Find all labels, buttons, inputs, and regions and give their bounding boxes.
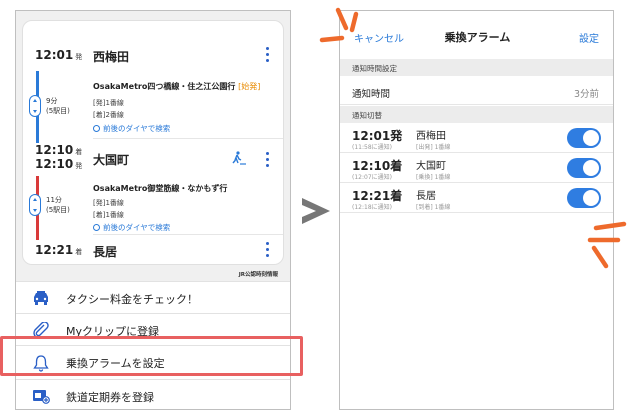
platform-info: [発]1番線 [着]1番線: [93, 199, 124, 219]
notify-time-row[interactable]: 通知時間 3分前: [340, 76, 613, 105]
notify-time-label: 通知時間: [352, 89, 391, 100]
alarm-platform: [出発] 1番線: [416, 144, 451, 151]
stop-station: 西梅田: [93, 50, 130, 64]
taxi-fare-button[interactable]: タクシー料金をチェック！: [16, 281, 290, 313]
alarm-row-nishiumeda: 12:01発 (11:58に通知) 西梅田 [出発] 1番線: [340, 124, 613, 153]
platform-info: [発]1番線 [着]2番線: [93, 99, 124, 119]
more-menu-icon[interactable]: [265, 152, 269, 168]
set-button[interactable]: 設定: [579, 30, 599, 45]
line-name: OsakaMetro御堂筋線・なかもず行: [93, 184, 228, 193]
highlight-frame: [0, 336, 303, 376]
alarm-notify-at: (12:18に通知): [352, 204, 392, 211]
section-header-notify-time: 通知時間設定: [340, 59, 613, 76]
stop-time: 12:21 着: [35, 243, 83, 257]
segment-duration: 9分 (5駅目): [46, 97, 70, 115]
alarm-station: 西梅田: [416, 131, 446, 142]
more-menu-icon[interactable]: [265, 242, 269, 258]
next-step-arrow-icon: [300, 196, 332, 230]
alarm-toggle[interactable]: [567, 158, 601, 178]
clock-icon: [93, 224, 100, 231]
screen-title: 乗換アラーム: [444, 31, 511, 44]
alarm-row-nagai: 12:21着 (12:18に通知) 長居 [到着] 1番線: [340, 184, 613, 213]
emphasis-burst-icon: [587, 221, 627, 269]
search-timetable-link[interactable]: 前後のダイヤで検索: [93, 123, 170, 134]
register-pass-button[interactable]: 鉄道定期券を登録: [16, 379, 290, 409]
route-card: 12:01 発 西梅田 9分 (5駅目) OsakaMetro四つ橋線・住之江公園行…: [22, 20, 284, 265]
route-segment: 11分 (5駅目) OsakaMetro御堂筋線・なかもず行 [発]1番線 [着]1…: [23, 176, 285, 240]
transfer-alarm-screen: キャンセル 乗換アラーム 設定 通知時間設定 通知時間 3分前 通知切替 12:…: [339, 10, 614, 410]
action-label: タクシー料金をチェック！: [66, 293, 198, 306]
jr-credit-label: JR公認時刻情報: [238, 272, 278, 278]
stop-time: 12:01 発: [35, 48, 83, 62]
expand-stations-icon[interactable]: [29, 95, 41, 117]
stop-time: 12:10 着: [35, 143, 83, 157]
stop-station: 大国町: [93, 153, 130, 167]
alarm-station: 大国町: [416, 161, 446, 172]
alarm-notify-at: (12:07に通知): [352, 174, 392, 181]
search-timetable-link[interactable]: 前後のダイヤで検索: [93, 222, 170, 233]
taxi-icon: [32, 290, 50, 306]
stop-row-nagai[interactable]: 12:21 着 長居: [23, 241, 285, 271]
pass-card-icon: [32, 388, 50, 404]
route-segment: 9分 (5駅目) OsakaMetro四つ橋線・住之江公園行 [始発] [発]1番…: [23, 71, 285, 143]
more-menu-icon[interactable]: [265, 47, 269, 63]
alarm-toggle[interactable]: [567, 188, 601, 208]
screenshot: 12:01 発 西梅田 9分 (5駅目) OsakaMetro四つ橋線・住之江公園行…: [0, 0, 630, 420]
alarm-platform: [到着] 1番線: [416, 204, 451, 211]
divider: [93, 234, 283, 235]
alarm-platform: [乗換] 1番線: [416, 174, 451, 181]
stop-station: 長居: [93, 245, 118, 259]
divider: [93, 138, 283, 139]
alarm-row-daikokucho: 12:10着 (12:07に通知) 大国町 [乗換] 1番線: [340, 154, 613, 183]
nav-bar: キャンセル 乗換アラーム 設定: [340, 11, 613, 59]
alarm-toggle[interactable]: [567, 128, 601, 148]
emphasis-burst-icon: [319, 7, 359, 43]
alarm-notify-at: (11:58に通知): [352, 144, 392, 151]
action-label: 鉄道定期券を登録: [66, 391, 154, 404]
notify-time-value: 3分前: [573, 89, 599, 100]
line-name: OsakaMetro四つ橋線・住之江公園行 [始発]: [93, 82, 261, 91]
section-header-notify-switch: 通知切替: [340, 106, 613, 123]
transfer-walk-icon: [231, 151, 247, 168]
alarm-station: 長居: [416, 191, 436, 202]
segment-duration: 11分 (5駅目): [46, 196, 70, 214]
stop-time-depart: 12:10 発: [35, 157, 83, 171]
clock-icon: [93, 125, 100, 132]
expand-stations-icon[interactable]: [29, 194, 41, 216]
